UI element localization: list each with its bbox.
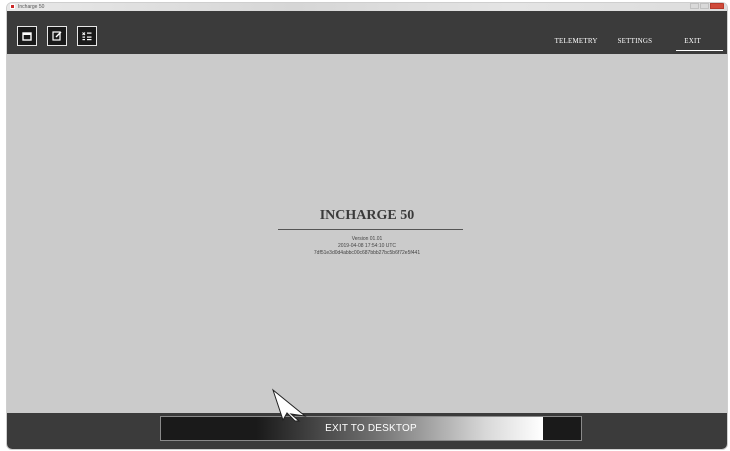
nav-exit[interactable]: EXIT <box>676 35 723 51</box>
nav-settings[interactable]: SETTINGS <box>610 35 661 47</box>
app-window: Incharge 50 TELEMETRY SETTINGS EXIT INCH… <box>6 2 728 450</box>
top-navigation-bar: TELEMETRY SETTINGS EXIT <box>7 11 727 54</box>
build-date-text: 2019-04-08 17:54:10 UTC <box>337 243 397 249</box>
build-hash-text: 7df51e3d0d4abbc00c687bbb27bc5b6f72e5f441 <box>313 250 421 256</box>
edit-button[interactable] <box>47 26 67 46</box>
edit-icon <box>52 31 62 41</box>
exit-button-label: EXIT TO DESKTOP <box>325 423 417 434</box>
product-title: INCHARGE 50 <box>319 208 415 223</box>
main-nav: TELEMETRY SETTINGS EXIT <box>547 35 723 51</box>
maximize-button[interactable] <box>700 3 709 9</box>
window-title: Incharge 50 <box>18 4 45 10</box>
window-controls <box>690 3 724 10</box>
version-text: Version 01.01 <box>351 236 383 242</box>
bottom-bar: EXIT TO DESKTOP <box>7 413 727 449</box>
window-titlebar: Incharge 50 <box>7 3 727 11</box>
main-content: INCHARGE 50 Version 01.01 2019-04-08 17:… <box>7 54 727 413</box>
checklist-button[interactable] <box>77 26 97 46</box>
nav-telemetry[interactable]: TELEMETRY <box>547 35 606 47</box>
minimize-button[interactable] <box>690 3 699 9</box>
app-icon <box>10 4 15 9</box>
window-button[interactable] <box>17 26 37 46</box>
exit-to-desktop-button[interactable]: EXIT TO DESKTOP <box>160 416 582 441</box>
close-button[interactable] <box>710 3 724 9</box>
pointer-cursor-icon <box>271 388 307 422</box>
window-icon <box>22 32 32 41</box>
checklist-icon <box>82 32 92 41</box>
title-divider <box>278 229 463 230</box>
